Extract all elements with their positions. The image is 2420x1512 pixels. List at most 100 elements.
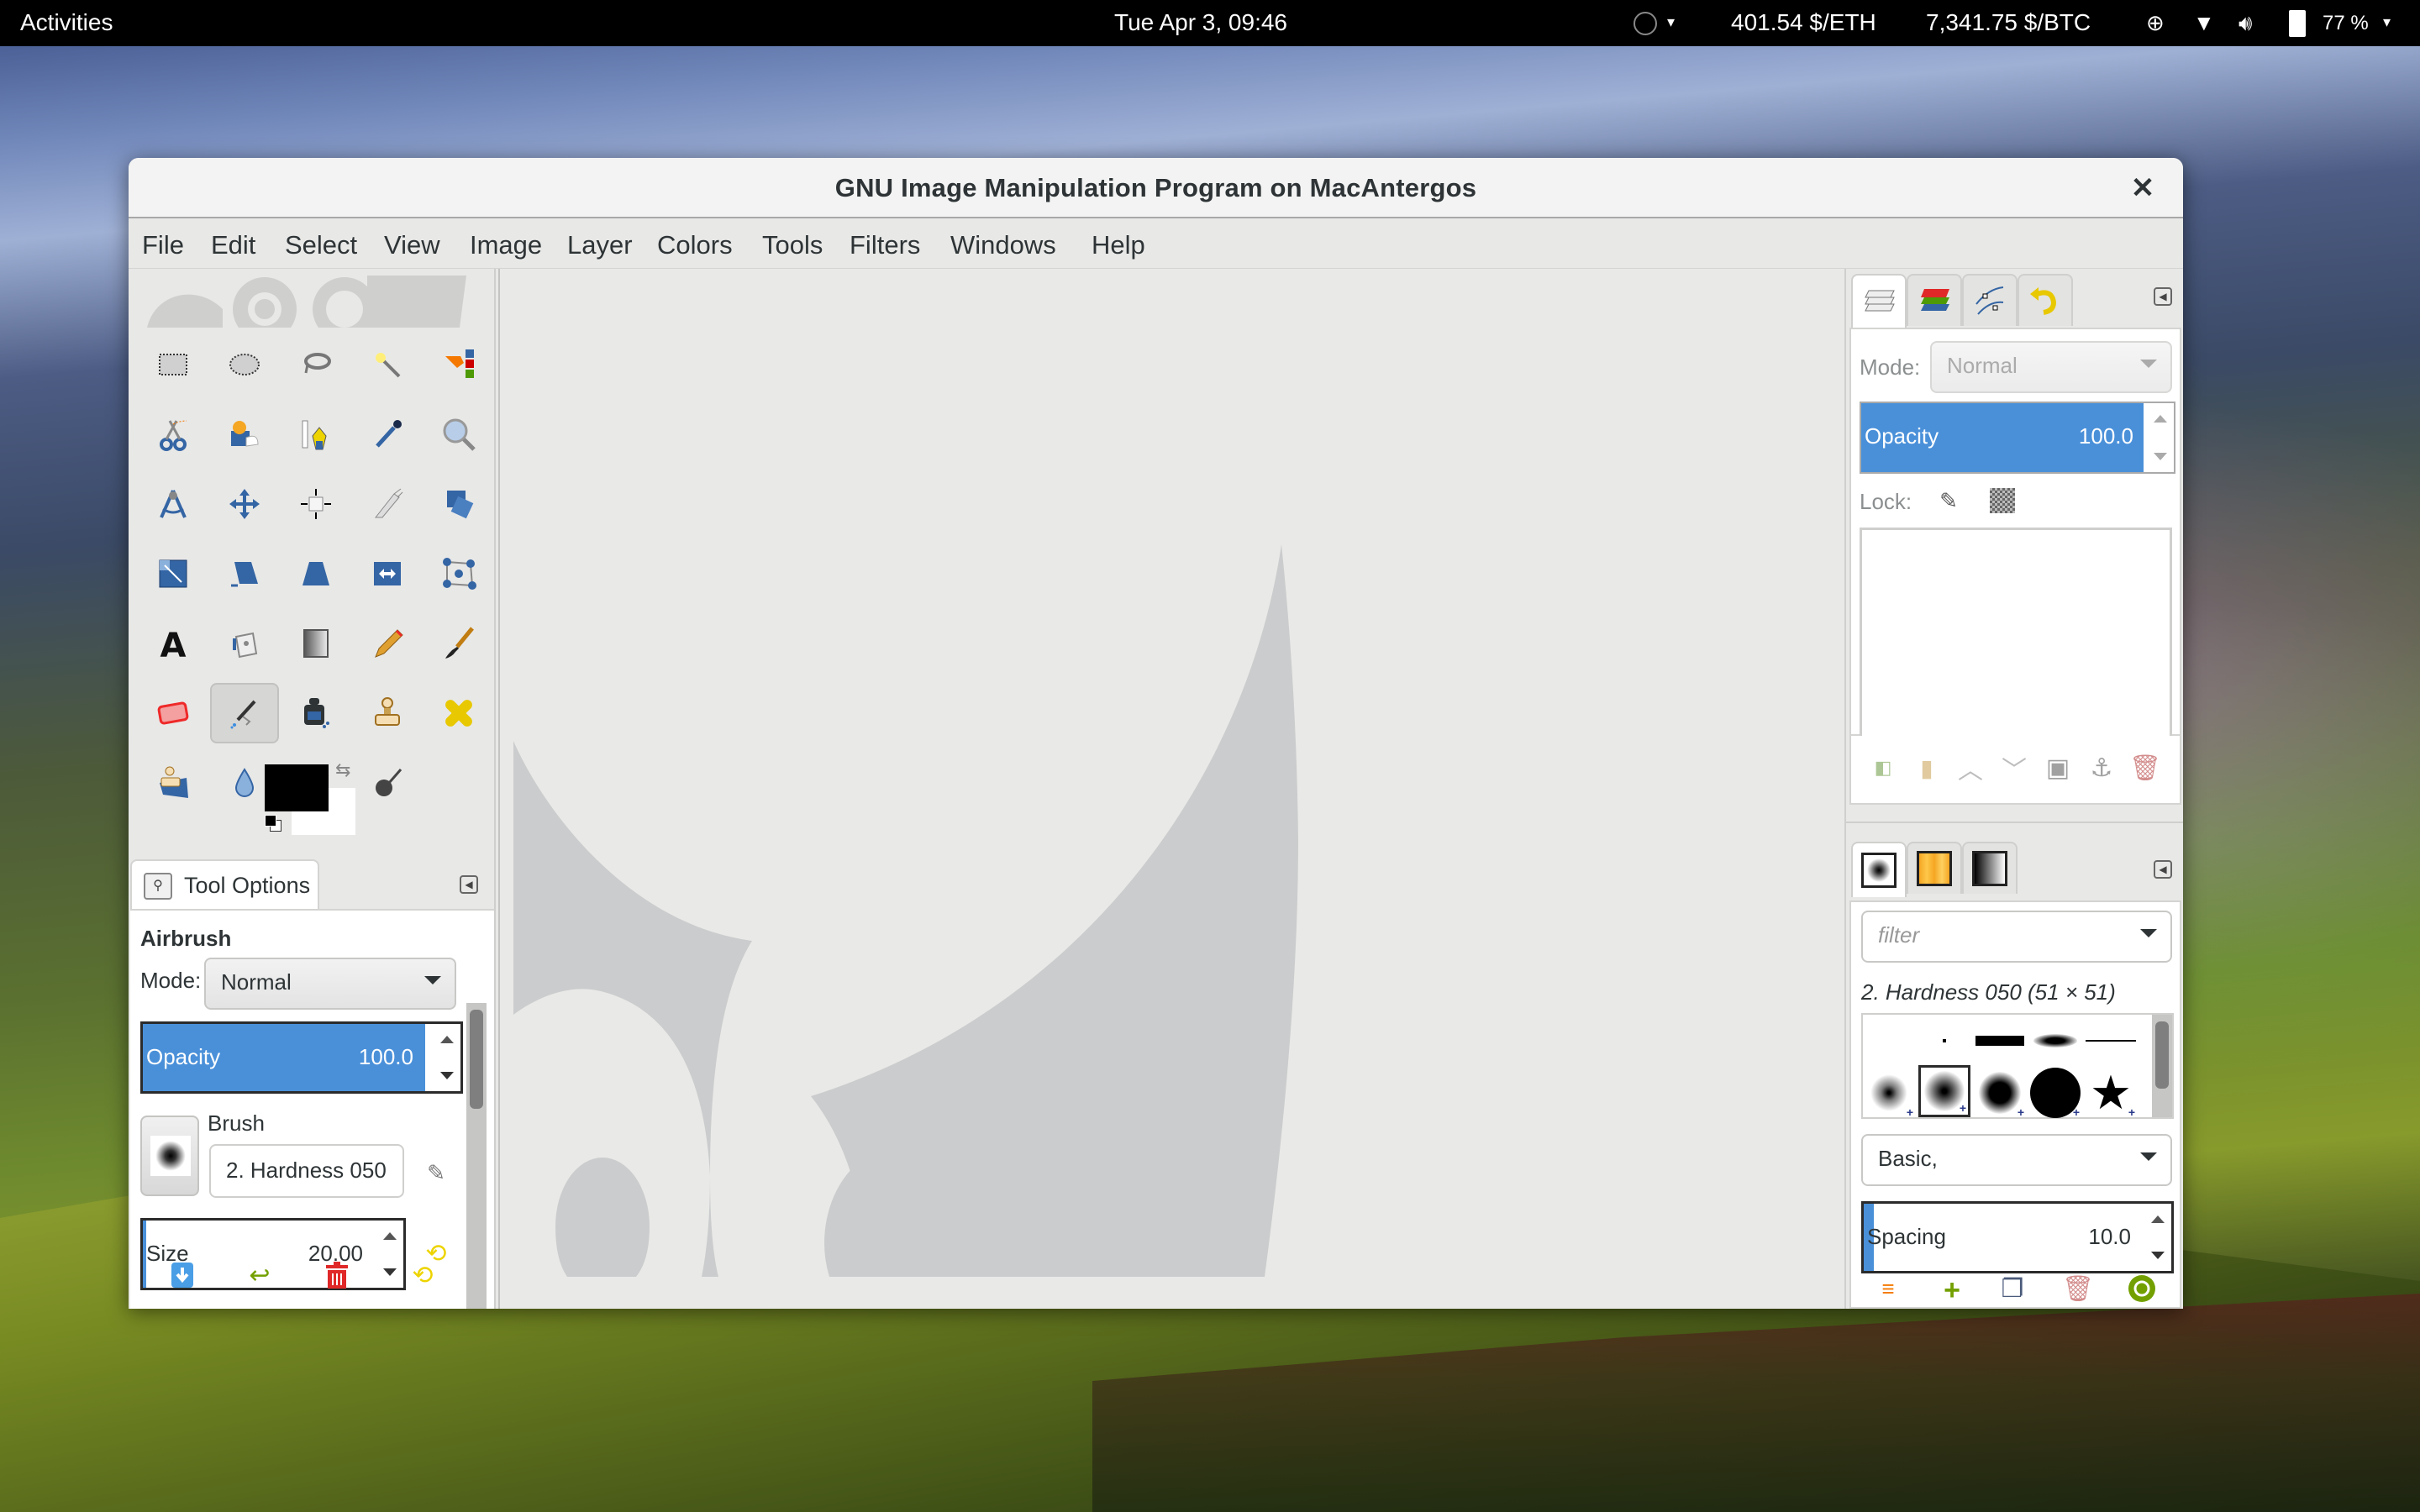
ellipse-select-tool[interactable] [210,334,279,395]
brush-star[interactable]: ★ + [2085,1067,2137,1120]
increment-icon[interactable] [383,1232,397,1240]
decrement-icon[interactable] [2154,453,2167,460]
lower-layer-button[interactable]: ﹀ [1997,751,2031,785]
decrement-icon[interactable] [2151,1252,2165,1259]
scale-tool[interactable] [139,543,208,604]
battery-percent[interactable]: 77 % [2323,12,2369,35]
spacing-slider[interactable]: Spacing 10.0 [1861,1201,2174,1273]
brush-hardness-075[interactable]: + [1974,1067,2026,1119]
shear-tool[interactable] [210,543,279,604]
cage-transform-tool[interactable] [424,543,493,604]
menu-windows[interactable]: Windows [950,230,1056,260]
restore-options-button[interactable]: ↩ [243,1258,276,1292]
menu-tools[interactable]: Tools [762,230,823,260]
foreground-select-tool[interactable] [210,404,279,465]
foreground-color-swatch[interactable] [265,764,329,811]
battery-icon[interactable] [2289,10,2306,37]
flip-tool[interactable] [353,543,422,604]
clock[interactable]: Tue Apr 3, 09:46 [1114,9,1287,36]
brush-hardness-025[interactable]: + [1863,1067,1915,1119]
dock-menu-icon[interactable]: ◀ [2154,860,2172,879]
new-layer-button[interactable]: ◧ [1866,751,1900,785]
anchor-layer-button[interactable]: ⚓︎ [2085,751,2118,785]
tab-channels[interactable] [1907,274,1962,326]
scrollbar-thumb[interactable] [2155,1021,2169,1089]
duplicate-brush-button[interactable]: ❐ [1996,1272,2029,1305]
brush-block[interactable] [1974,1015,2026,1067]
bucket-fill-tool[interactable] [210,613,279,674]
raise-layer-button[interactable]: ︿ [1954,751,1987,785]
tab-gradients[interactable] [1962,842,2018,894]
menu-select[interactable]: Select [285,230,357,260]
heal-tool[interactable] [424,683,493,743]
brush-grid-scrollbar[interactable] [2152,1015,2172,1117]
title-bar[interactable]: GNU Image Manipulation Program on MacAnt… [129,158,2183,218]
brush-grid[interactable]: + + + + ★ + [1861,1013,2174,1119]
accessibility-icon[interactable]: ⊕ [2146,10,2165,36]
tab-brushes[interactable] [1851,842,1907,897]
perspective-clone-tool[interactable] [139,753,208,813]
fuzzy-select-tool[interactable] [353,334,422,395]
airbrush-tool[interactable] [210,683,279,743]
menu-file[interactable]: File [142,230,184,260]
system-menu-chevron-icon[interactable]: ▾ [2383,13,2391,31]
dock-menu-icon[interactable]: ◀ [460,875,478,894]
delete-options-button[interactable] [320,1258,354,1292]
crop-tool[interactable] [353,474,422,534]
default-colors-icon[interactable] [265,815,276,827]
menu-view[interactable]: View [384,230,440,260]
decrement-icon[interactable] [440,1072,454,1079]
lock-alpha-icon[interactable] [1986,484,2019,517]
menu-layer[interactable]: Layer [567,230,633,260]
eraser-tool[interactable] [139,683,208,743]
mode-dropdown[interactable]: Normal [204,958,456,1010]
zoom-tool[interactable] [424,404,493,465]
delete-brush-button[interactable]: 🗑︎ [2061,1272,2095,1305]
tab-paths[interactable] [1962,274,2018,326]
close-button[interactable]: ✕ [2126,171,2160,205]
image-canvas[interactable] [498,269,1965,1309]
menu-image[interactable]: Image [470,230,542,260]
new-brush-button[interactable]: + [1935,1273,1969,1307]
dock-menu-icon[interactable]: ◀ [2154,287,2172,306]
tab-undo-history[interactable] [2018,274,2073,326]
new-layer-group-button[interactable]: ▮ [1910,751,1944,785]
blend-tool[interactable] [281,613,350,674]
increment-icon[interactable] [2154,415,2167,423]
menu-filters[interactable]: Filters [850,230,920,260]
color-picker-tool[interactable] [353,404,422,465]
delete-layer-button[interactable]: 🗑︎ [2128,751,2162,785]
pencil-tool[interactable] [353,613,422,674]
menu-edit[interactable]: Edit [211,230,255,260]
rect-select-tool[interactable] [139,334,208,395]
brush-name-field[interactable]: 2. Hardness 050 [209,1144,404,1198]
perspective-tool[interactable] [281,543,350,604]
tab-tool-options[interactable]: ⚲ Tool Options [130,859,319,910]
brush-hardness-100[interactable]: + [2029,1067,2081,1119]
brush-line[interactable] [2085,1015,2137,1067]
edit-brush-button[interactable]: ≡ [1871,1272,1905,1305]
brush-picker-button[interactable] [140,1116,199,1196]
menu-colors[interactable]: Colors [657,230,733,260]
clone-tool[interactable] [353,683,422,743]
refresh-brushes-button[interactable] [2125,1272,2159,1305]
eth-price[interactable]: 401.54 $/ETH [1731,9,1876,36]
layer-opacity-slider[interactable]: Opacity 100.0 [1860,402,2175,474]
duplicate-layer-button[interactable]: ▣ [2041,751,2075,785]
scrollbar-thumb[interactable] [470,1010,483,1109]
layer-mode-dropdown[interactable]: Normal [1930,341,2172,393]
reset-options-button[interactable]: ⟲ [406,1258,439,1292]
brush-oval-blur[interactable] [2029,1015,2081,1067]
brush-pixel[interactable] [1918,1015,1970,1067]
rotate-tool[interactable] [424,474,493,534]
decrement-icon[interactable] [383,1268,397,1276]
lock-pixels-brush-icon[interactable]: ✎ [1932,484,1965,517]
increment-icon[interactable] [440,1036,454,1043]
menu-help[interactable]: Help [1092,230,1145,260]
ink-tool[interactable] [281,683,350,743]
scissors-select-tool[interactable] [139,404,208,465]
alignment-tool[interactable] [281,474,350,534]
select-by-color-tool[interactable] [424,334,493,395]
measure-tool[interactable] [139,474,208,534]
opacity-slider[interactable]: Opacity 100.0 [140,1021,463,1094]
